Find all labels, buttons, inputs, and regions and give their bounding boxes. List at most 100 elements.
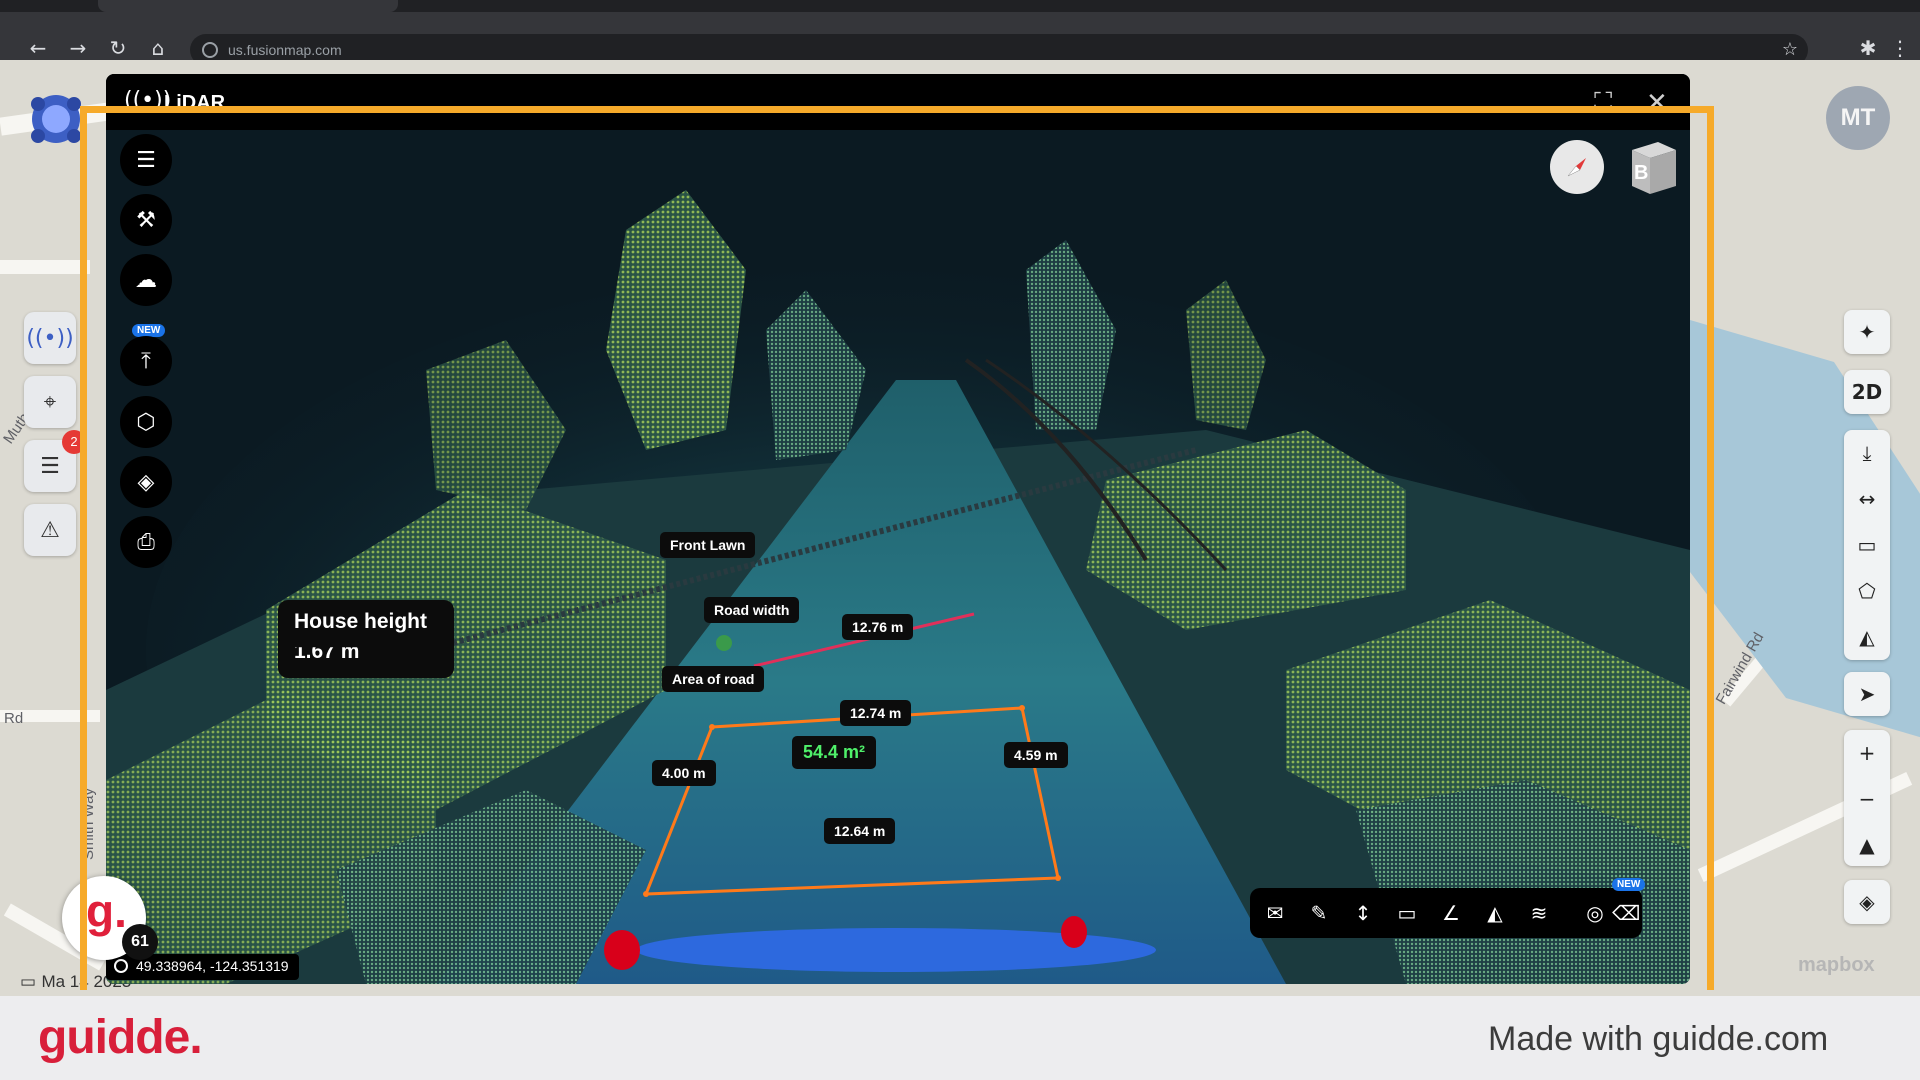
map-road <box>0 260 90 274</box>
map-street-label: Smith Way <box>80 788 97 860</box>
cube-icon: ⬡ <box>136 409 156 435</box>
ai-rail-button[interactable]: ✦ <box>1844 310 1890 354</box>
view-cube-icon <box>1632 142 1676 194</box>
notification-badge: 2 <box>62 430 86 454</box>
image-download-icon: ⎙ <box>137 529 155 555</box>
clear-measurements-icon[interactable]: ⌫ <box>1612 900 1640 926</box>
bottom-edge-length: 12.64 m <box>824 818 896 844</box>
zoom-in-icon[interactable]: + <box>1844 730 1890 776</box>
forward-icon[interactable]: → <box>66 36 90 60</box>
cloud-download-icon: ☁ <box>135 267 157 293</box>
ruler-icon[interactable]: ✎ <box>1306 900 1332 926</box>
layers-tool-button[interactable]: ◈ <box>120 456 172 508</box>
front-lawn-label: Front Lawn <box>660 532 756 558</box>
compass-north-icon[interactable]: ▲ <box>1844 822 1890 868</box>
house-height-title: House height <box>294 610 428 633</box>
sliders-icon: ☰ <box>136 147 156 173</box>
measurement-toolbar: ✉ ✎ ↕ ▭ ∠ ◭ ≋ ◎ ⌫ NEW <box>1250 878 1646 938</box>
close-icon[interactable]: ✕ <box>1646 88 1668 118</box>
house-height-label: House height 1.67 m <box>278 600 454 678</box>
right-tool-group: ⤓ ↔ ▭ ⬠ ◭ <box>1844 430 1890 660</box>
point-cloud-viewport[interactable] <box>106 130 1690 984</box>
sparkle-chat-icon: ✦ <box>1858 320 1876 344</box>
view-cube-face: B <box>1634 162 1649 184</box>
area-value: 54.4 m² <box>792 736 877 769</box>
site-info-icon[interactable] <box>202 42 218 58</box>
reload-icon[interactable]: ↻ <box>106 36 130 60</box>
locate-button[interactable]: ➤ <box>1844 672 1890 716</box>
layers-icon: ◈ <box>137 469 155 495</box>
app-logo[interactable] <box>24 84 88 154</box>
area-icon[interactable]: ▭ <box>1394 900 1420 926</box>
ruler-icon[interactable]: ▭ <box>1844 522 1890 568</box>
browser-tab[interactable] <box>98 0 398 12</box>
browser-menu-icon[interactable]: ⋮ <box>1888 36 1912 60</box>
view-cube[interactable]: B <box>1624 136 1678 194</box>
lidar-window: ((•)) LiDAR ⛶ ✕ ☰ ⚒ ☁ NEW ⤒ ⬡ ◈ ⎙ B Hous… <box>106 74 1690 984</box>
new-badge: NEW <box>132 324 166 337</box>
browser-tabstrip <box>0 0 1920 12</box>
guidde-g-icon: g. <box>86 885 127 937</box>
warning-icon: ⚠ <box>40 517 60 543</box>
split-view-icon[interactable]: ↔ <box>1844 476 1890 522</box>
screen: ← → ↻ ⌂ us.fusionmap.com ☆ ✱ ⋮ Rd Muth F… <box>0 0 1920 1080</box>
upload-icon: ⤒ <box>141 348 151 374</box>
app-logo-icon <box>31 95 81 143</box>
antenna-icon: ((•)) <box>26 325 74 351</box>
calendar-icon: ▭ <box>20 972 42 992</box>
cloud-download-button[interactable]: ☁ <box>120 254 172 306</box>
bookmark-star-icon[interactable]: ☆ <box>1782 39 1798 60</box>
comment-icon[interactable]: ✉ <box>1262 900 1288 926</box>
scan-rail-button[interactable]: ⌖ <box>24 376 76 428</box>
point-marker <box>604 930 640 970</box>
zoom-controls: + − ▲ <box>1844 730 1890 866</box>
download-icon[interactable]: ⤓ <box>1844 430 1890 476</box>
coordinate-text: 49.338964, -124.351319 <box>136 958 289 974</box>
list-icon: ☰ <box>40 453 60 479</box>
home-icon[interactable]: ⌂ <box>146 36 170 60</box>
alert-rail-button[interactable]: ⚠ <box>24 504 76 556</box>
view-2d-button[interactable]: 2D <box>1844 370 1890 414</box>
toolbar-new-badge: NEW <box>1612 878 1646 891</box>
fullscreen-icon[interactable]: ⛶ <box>1594 88 1612 119</box>
lidar-rail-button[interactable]: ((•)) <box>24 312 76 364</box>
layers-rail-button[interactable]: ◈ <box>1844 880 1890 924</box>
address-url: us.fusionmap.com <box>228 42 342 58</box>
compass-button[interactable] <box>1550 140 1604 194</box>
height-icon[interactable]: ↕ <box>1350 900 1376 926</box>
top-edge-length: 12.74 m <box>840 700 912 726</box>
settings-tool-button[interactable]: ☰ <box>120 134 172 186</box>
extensions-icon[interactable]: ✱ <box>1856 36 1880 60</box>
lidar-title: LiDAR <box>164 92 226 114</box>
made-with-text: Made with guidde.com <box>1488 1020 1829 1058</box>
guidde-footer: guidde. Made with guidde.com <box>0 996 1920 1080</box>
area-of-road-label: Area of road <box>662 666 765 692</box>
lidar-header: ((•)) LiDAR ⛶ ✕ <box>106 74 1690 130</box>
user-avatar[interactable]: MT <box>1826 86 1890 150</box>
house-height-value: 1.67 m <box>294 640 360 663</box>
browser-toolbar: ← → ↻ ⌂ us.fusionmap.com ☆ ✱ ⋮ <box>0 12 1920 66</box>
export-image-button[interactable]: ⎙ <box>120 516 172 568</box>
layers-icon: ◈ <box>1859 890 1875 914</box>
left-edge-length: 4.00 m <box>652 760 716 786</box>
point-marker <box>1061 916 1087 948</box>
road-width-value: 12.76 m <box>842 614 914 640</box>
guidde-logo: guidde. <box>38 1011 203 1064</box>
wrench-icon: ⚒ <box>136 207 156 233</box>
location-pin-icon <box>114 959 128 973</box>
navigation-arrow-icon: ➤ <box>1858 682 1876 706</box>
angle-icon[interactable]: ∠ <box>1438 900 1464 926</box>
mapbox-logo: mapbox <box>1798 954 1875 976</box>
elevation-chart-icon[interactable]: ◭ <box>1844 614 1890 660</box>
zoom-out-icon[interactable]: − <box>1844 776 1890 822</box>
profile-icon[interactable]: ◭ <box>1482 900 1508 926</box>
scan-icon: ⌖ <box>43 389 57 415</box>
3d-model-button[interactable]: ⬡ <box>120 396 172 448</box>
polygon-tool-icon[interactable]: ⬠ <box>1844 568 1890 614</box>
volume-icon[interactable]: ≋ <box>1526 900 1552 926</box>
step-number-badge: 61 <box>122 924 158 960</box>
tools-button[interactable]: ⚒ <box>120 194 172 246</box>
upload-button[interactable]: ⤒ <box>120 336 172 386</box>
back-icon[interactable]: ← <box>26 36 50 60</box>
hide-icon[interactable]: ◎ <box>1582 900 1608 926</box>
